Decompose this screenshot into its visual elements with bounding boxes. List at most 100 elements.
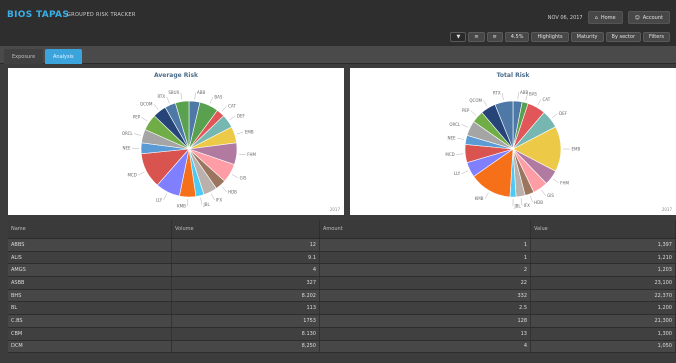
brand-logo: BIOS TAPAS xyxy=(7,10,70,20)
table-cell: DCM xyxy=(8,340,172,353)
slice-label: RTX xyxy=(157,94,165,99)
slice-leader-line xyxy=(483,100,488,107)
table-cell: 1,300 xyxy=(531,327,676,340)
column-header-amount[interactable]: Amount xyxy=(320,220,531,238)
table-header: Name Volume Amount Value xyxy=(8,220,676,239)
table-cell: 1,397 xyxy=(531,239,676,251)
table-cell: 8.130 xyxy=(172,327,320,340)
list-view-button[interactable]: ≡ xyxy=(468,32,485,42)
slice-leader-line xyxy=(517,92,519,100)
tab-exposure[interactable]: Exposure xyxy=(4,49,44,64)
chart-title: Total Risk xyxy=(496,72,530,79)
toolbar: ▼ ≡ ≡ 4.5% Highlights Maturity By sector… xyxy=(450,32,670,42)
slice-label: SBUX xyxy=(168,90,179,95)
tab-bar: Exposure Analysis xyxy=(0,46,676,64)
table-cell: CBM xyxy=(8,327,172,340)
slice-leader-line xyxy=(456,153,464,155)
slice-label: IFX xyxy=(524,203,530,208)
table-cell: 128 xyxy=(320,315,531,327)
table-cell: BHS xyxy=(8,289,172,302)
percent-button[interactable]: 4.5% xyxy=(504,32,530,42)
table-row[interactable]: BHS 8.202 332 22,370 xyxy=(8,289,676,303)
table-cell: ASBB xyxy=(8,277,172,289)
slice-label: GIS xyxy=(240,175,247,180)
slice-label: LLY xyxy=(454,171,461,176)
slice-label: PEP xyxy=(133,115,141,120)
table-cell: 1753 xyxy=(172,315,320,327)
slice-label: NEE xyxy=(448,136,457,141)
slice-leader-line xyxy=(134,133,141,136)
slice-label: FHM xyxy=(247,152,256,157)
slice-leader-line xyxy=(163,193,167,201)
column-header-value[interactable]: Value xyxy=(531,220,676,238)
table-cell: ALIS xyxy=(8,251,172,264)
table-cell: 327 xyxy=(172,277,320,289)
slice-label: IFX xyxy=(216,198,222,203)
filters-button[interactable]: Filters xyxy=(643,32,670,42)
table-row[interactable]: ASBB 327 22 23,100 xyxy=(8,277,676,290)
slice-leader-line xyxy=(211,193,215,201)
table-cell: 1 xyxy=(320,251,531,264)
table-row[interactable]: BL 113 2.5 1,200 xyxy=(8,302,676,316)
slice-leader-line xyxy=(221,106,227,112)
slice-leader-line xyxy=(551,113,558,118)
slice-label: RTX xyxy=(493,91,501,96)
table-cell: 2 xyxy=(320,264,531,277)
table-cell: 1,050 xyxy=(531,340,676,353)
table-row[interactable]: CBM 8.130 13 1,300 xyxy=(8,327,676,341)
table-cell: 1 xyxy=(320,239,531,251)
slice-label: ABB xyxy=(197,90,205,95)
table-body: ABBS 12 1 1,397 ALIS 9.1 1 1,210 AMGS 4 2 1,203 ASBB… xyxy=(8,239,676,354)
data-table: Name Volume Amount Value ABBS 12 1 1,397 ALI… xyxy=(8,220,676,354)
slice-label: LLY xyxy=(156,198,163,203)
table-cell: AMGS xyxy=(8,264,172,277)
column-header-volume[interactable]: Volume xyxy=(172,220,320,238)
user-icon: ☺ xyxy=(634,14,640,21)
slice-label: KMB xyxy=(475,196,484,201)
maturity-button[interactable]: Maturity xyxy=(570,32,604,42)
account-button[interactable]: ☺ Account xyxy=(627,11,670,24)
slice-label: GIS xyxy=(547,193,554,198)
slice-leader-line xyxy=(461,170,469,174)
table-cell: 22 xyxy=(320,277,531,289)
tab-analysis[interactable]: Analysis xyxy=(45,49,82,64)
filter-button[interactable]: ▼ xyxy=(450,32,467,42)
account-button-label: Account xyxy=(642,14,663,21)
table-cell: ABBS xyxy=(8,239,172,251)
slice-label: CAT xyxy=(542,97,550,102)
slice-label: FHM xyxy=(560,181,569,186)
slice-label: JBL xyxy=(514,204,522,209)
chart-title: Average Risk xyxy=(153,72,199,79)
slice-label: BAS xyxy=(214,95,222,100)
slice-label: JBL xyxy=(203,202,211,207)
table-row[interactable]: ABBS 12 1 1,397 xyxy=(8,239,676,252)
home-button-label: Home xyxy=(600,14,616,21)
slice-leader-line xyxy=(231,174,239,179)
slice-leader-line xyxy=(461,124,469,128)
slice-label: MCD xyxy=(127,173,136,178)
column-header-name[interactable]: Name xyxy=(8,220,172,238)
grid-view-button[interactable]: ≡ xyxy=(486,32,503,42)
header-right: NOV 06, 2017 ⌂ Home ☺ Account xyxy=(548,11,670,24)
table-row[interactable]: AMGS 4 2 1,203 xyxy=(8,264,676,278)
slice-label: ABB xyxy=(520,90,528,95)
slice-label: CAT xyxy=(228,104,236,109)
slice-label: PEP xyxy=(462,108,470,113)
table-cell: 1,210 xyxy=(531,251,676,264)
highlights-button[interactable]: Highlights xyxy=(531,32,569,42)
home-button[interactable]: ⌂ Home xyxy=(587,11,623,24)
table-row[interactable]: DCM 8,250 4 1,050 xyxy=(8,340,676,354)
by-sector-button[interactable]: By sector xyxy=(605,32,641,42)
table-cell: 9.1 xyxy=(172,251,320,264)
slice-label: BAS xyxy=(529,91,537,96)
app-subtitle: GROUPED RISK TRACKER xyxy=(67,12,136,18)
chart-panel-average-risk: ABB BAS CAT DEF EMB FHM GIS HDB IFX JBL KMB LLY MCD N… xyxy=(8,68,344,215)
table-row[interactable]: C.BS 1753 128 21,300 xyxy=(8,315,676,328)
home-icon: ⌂ xyxy=(594,14,598,21)
slice-leader-line xyxy=(166,96,170,104)
slice-label: QCOM xyxy=(469,98,482,103)
table-cell: 13 xyxy=(320,327,531,340)
slice-label: MCD xyxy=(445,152,454,157)
table-cell: 21,300 xyxy=(531,315,676,327)
table-row[interactable]: ALIS 9.1 1 1,210 xyxy=(8,251,676,265)
